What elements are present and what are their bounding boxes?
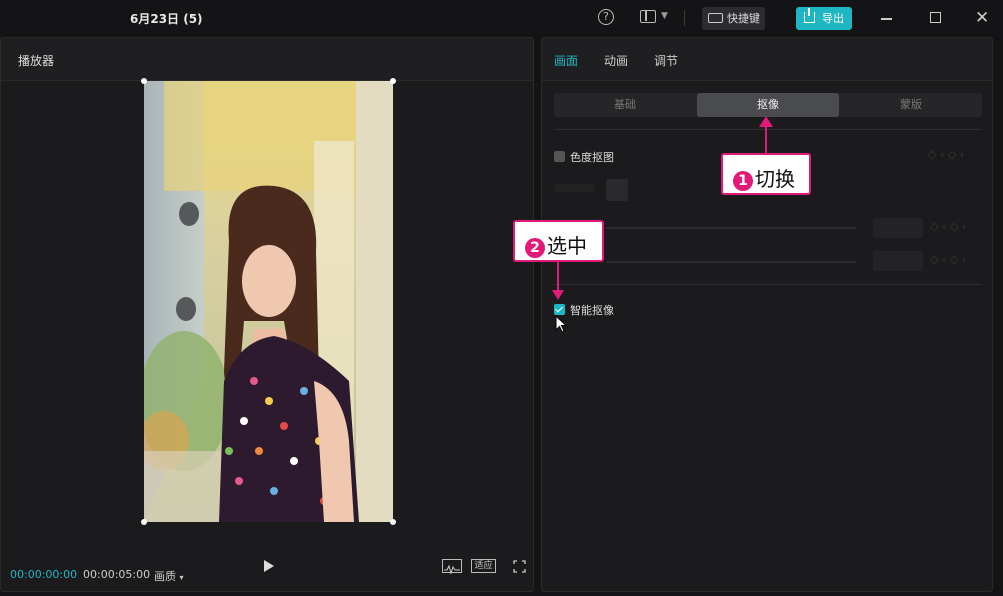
export-label: 导出 <box>822 12 844 25</box>
segment-cutout[interactable]: 抠像 <box>697 93 839 117</box>
divider <box>554 129 982 130</box>
tab-animation[interactable]: 动画 <box>604 52 628 69</box>
keyframe-icon: ◇ ‹ ◇ › <box>930 253 967 266</box>
annotation-line <box>557 262 559 292</box>
chevron-down-icon[interactable]: ▼ <box>661 11 668 21</box>
annotation-arrow-down <box>552 290 564 300</box>
tab-canvas[interactable]: 画面 <box>554 52 578 69</box>
close-icon[interactable]: ✕ <box>975 8 989 28</box>
video-preview[interactable] <box>144 81 393 522</box>
toolbar-divider <box>684 10 685 26</box>
color-picker-button <box>606 179 628 201</box>
shadow-input <box>873 251 923 271</box>
divider <box>554 284 982 285</box>
waveform-icon[interactable] <box>442 559 462 575</box>
step-number-badge: 2 <box>525 237 545 258</box>
annotation-step-2: 2 选中 <box>513 220 604 262</box>
fullscreen-icon[interactable] <box>513 558 526 573</box>
step-1-text: 切换 <box>755 167 795 191</box>
export-button[interactable]: 导出 <box>796 7 852 30</box>
keyframe-icon: ◇ ‹ ◇ › <box>930 220 967 233</box>
tab-adjust[interactable]: 调节 <box>654 52 678 69</box>
chroma-key-label: 色度抠图 <box>570 151 614 164</box>
player-title: 播放器 <box>18 54 55 68</box>
export-icon <box>804 8 815 23</box>
intensity-slider <box>606 227 856 229</box>
annotation-step-1: 1 切换 <box>721 153 811 195</box>
current-timecode: 00:00:00:00 <box>10 568 78 581</box>
resize-handle[interactable] <box>141 519 147 525</box>
annotation-line <box>765 126 767 154</box>
duration-timecode: 00:00:05:00 <box>83 568 151 581</box>
cursor-icon <box>555 315 567 333</box>
shadow-slider <box>606 261 856 263</box>
quality-label: 画质 <box>154 570 176 583</box>
smart-cutout-label: 智能抠像 <box>570 304 614 317</box>
keyframe-icon: ◇ ‹ ◇ › <box>928 148 965 161</box>
tab-bar: 画面 动画 调节 <box>542 38 992 81</box>
color-picker-label <box>554 184 594 192</box>
chroma-key-checkbox[interactable] <box>554 151 565 162</box>
segmented-control: 基础 抠像 蒙版 <box>554 93 982 117</box>
maximize-button[interactable] <box>930 12 941 23</box>
keyboard-icon <box>708 13 723 23</box>
project-title: 6月23日 (5) <box>130 12 203 26</box>
shortcut-label: 快捷键 <box>727 12 760 25</box>
player-panel: 播放器 00:00:00:00 00:00:05:00 画质 ▾ 适应 <box>0 37 534 592</box>
resize-handle[interactable] <box>390 78 396 84</box>
segment-basic[interactable]: 基础 <box>554 93 696 117</box>
resize-handle[interactable] <box>141 78 147 84</box>
quality-dropdown[interactable]: 画质 ▾ <box>154 568 184 584</box>
play-icon[interactable] <box>264 560 274 572</box>
resize-handle[interactable] <box>390 519 396 525</box>
step-2-text: 选中 <box>547 234 587 258</box>
smart-cutout-checkbox[interactable] <box>554 304 565 315</box>
minimize-button[interactable] <box>881 18 892 20</box>
player-header: 播放器 <box>1 38 533 81</box>
help-icon[interactable]: ? <box>598 9 614 25</box>
shortcut-button[interactable]: 快捷键 <box>702 7 765 30</box>
segment-mask[interactable]: 蒙版 <box>840 93 982 117</box>
chevron-down-icon: ▾ <box>179 573 184 582</box>
layout-icon[interactable] <box>640 10 656 23</box>
video-frame-image <box>144 81 393 522</box>
step-number-badge: 1 <box>733 170 753 191</box>
fit-button[interactable]: 适应 <box>471 559 496 573</box>
intensity-input <box>873 218 923 238</box>
